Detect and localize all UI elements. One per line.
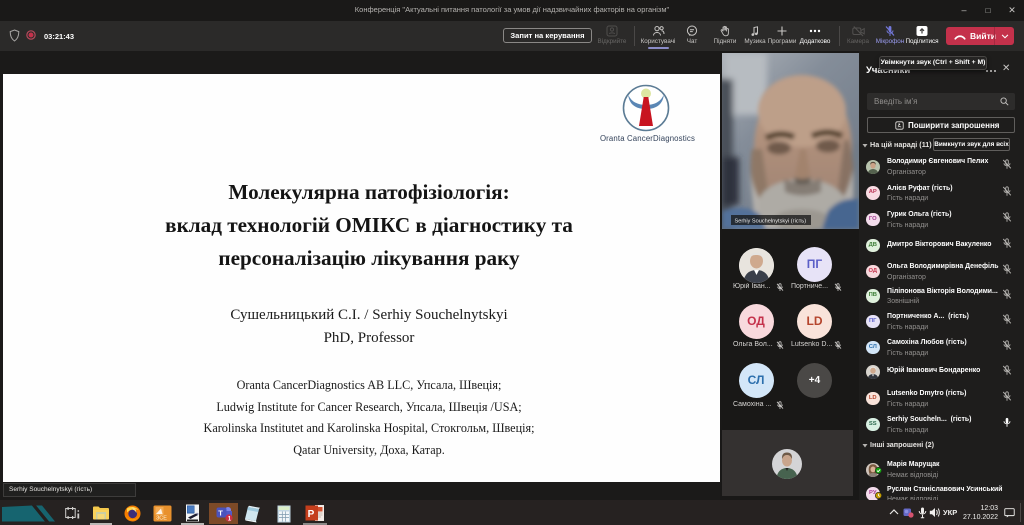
svg-text:Serhiy Souchelnytskyi (гість): Serhiy Souchelnytskyi (гість) [735,218,807,224]
svg-text:ЗСЕ: ЗСЕ [156,516,167,522]
svg-text:T: T [218,509,223,518]
svg-text:P: P [308,509,315,520]
